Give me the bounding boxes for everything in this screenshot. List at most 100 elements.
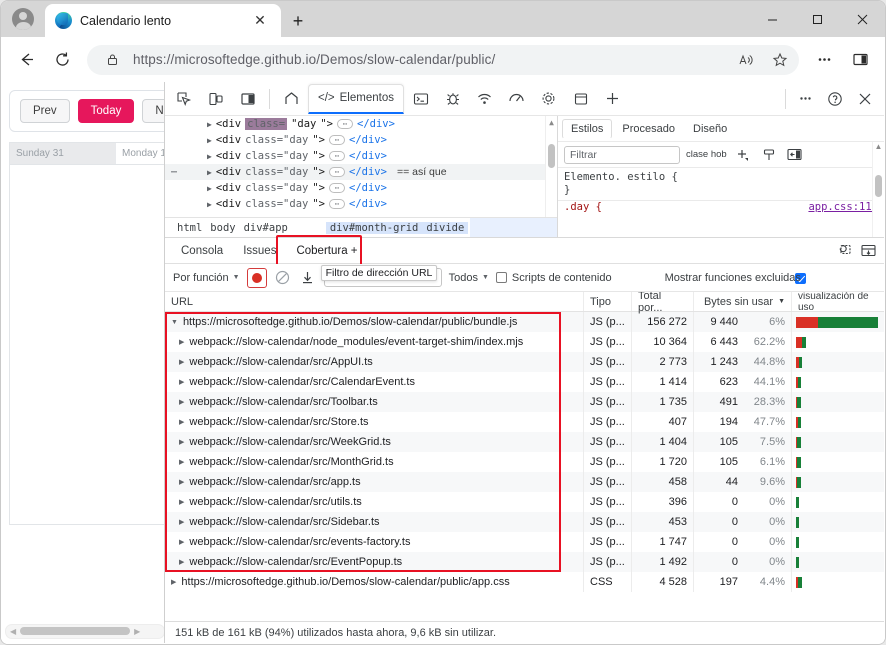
column-header-unused-bytes[interactable]: Bytes sin usar ▼: [694, 292, 792, 311]
expand-triangle-icon[interactable]: ▶: [179, 338, 184, 346]
restore-drawer-icon[interactable]: [834, 242, 854, 260]
coverage-type-filter-select[interactable]: Todos ▼: [449, 272, 489, 284]
cell-url[interactable]: ▶ webpack://slow-calendar/src/Toolbar.ts: [165, 392, 584, 412]
cell-url[interactable]: ▶ webpack://slow-calendar/node_modules/ev…: [165, 332, 584, 352]
scrollbar-thumb[interactable]: [20, 627, 131, 635]
favorite-star-icon[interactable]: [767, 47, 793, 73]
collapsed-children-icon[interactable]: ⋯: [329, 183, 345, 193]
styles-filter-input[interactable]: Filtrar: [564, 145, 680, 164]
omnibox[interactable]: https://microsoftedge.github.io/Demos/sl…: [87, 44, 799, 75]
home-icon[interactable]: [276, 85, 306, 113]
expand-triangle-icon[interactable]: ▶: [171, 578, 176, 586]
horizontal-scrollbar-track[interactable]: ◀ ▶: [5, 623, 165, 639]
scroll-up-icon[interactable]: ▲: [873, 142, 884, 151]
expand-triangle-icon[interactable]: ▶: [179, 538, 184, 546]
hover-class-toggle[interactable]: clase hob: [686, 149, 727, 160]
more-tabs-plus-icon[interactable]: [598, 85, 628, 113]
table-row[interactable]: ▶ webpack://slow-calendar/src/EventPopup.…: [165, 552, 884, 572]
expand-triangle-icon[interactable]: ▶: [179, 358, 184, 366]
cell-url[interactable]: ▶ webpack://slow-calendar/src/WeekGrid.ts: [165, 432, 584, 452]
expand-triangle-icon[interactable]: ▶: [179, 418, 184, 426]
dom-tree-row[interactable]: ▶ <div class="day "> ⋯ </div>: [165, 180, 557, 196]
table-row[interactable]: ▶ webpack://slow-calendar/src/MonthGrid.t…: [165, 452, 884, 472]
expand-triangle-icon[interactable]: ▶: [179, 478, 184, 486]
close-devtools-icon[interactable]: [850, 85, 880, 113]
collapsed-children-icon[interactable]: ⋯: [329, 199, 345, 209]
cell-url[interactable]: ▶ webpack://slow-calendar/src/Store.ts: [165, 412, 584, 432]
collapsed-children-icon[interactable]: ⋯: [337, 119, 354, 129]
scroll-right-icon[interactable]: ▶: [134, 627, 140, 636]
help-icon[interactable]: [820, 85, 850, 113]
table-row[interactable]: ▶ webpack://slow-calendar/src/events-fact…: [165, 532, 884, 552]
breadcrumb-item-divide[interactable]: divide: [422, 221, 469, 234]
application-icon[interactable]: [566, 85, 596, 113]
inspect-element-icon[interactable]: [169, 85, 199, 113]
table-row[interactable]: ▶ webpack://slow-calendar/src/WeekGrid.ts…: [165, 432, 884, 452]
coverage-table[interactable]: URL Tipo Total por... Bytes sin usar ▼ v…: [165, 292, 884, 621]
bug-icon[interactable]: [438, 85, 468, 113]
cell-url[interactable]: ▶ webpack://slow-calendar/src/CalendarEve…: [165, 372, 584, 392]
cell-url[interactable]: ▶ webpack://slow-calendar/src/Sidebar.ts: [165, 512, 584, 532]
reload-button[interactable]: [45, 43, 79, 77]
toggle-sidebar-icon[interactable]: [785, 146, 805, 164]
style-rule-day[interactable]: app.css:114 .day {: [564, 201, 878, 214]
tab-consola[interactable]: Consola: [171, 241, 233, 261]
expand-triangle-icon[interactable]: ▶: [207, 120, 212, 129]
breadcrumb-item-month-grid[interactable]: div#month-grid: [325, 221, 423, 234]
table-row[interactable]: ▶ webpack://slow-calendar/src/CalendarEve…: [165, 372, 884, 392]
style-rule-element-style[interactable]: Elemento. estilo {: [564, 171, 878, 184]
coverage-record-button[interactable]: [246, 267, 267, 288]
expand-triangle-icon[interactable]: ▶: [207, 184, 212, 193]
scroll-up-icon[interactable]: ▲: [549, 118, 554, 127]
expand-triangle-icon[interactable]: ▶: [179, 518, 184, 526]
expand-triangle-icon[interactable]: ▶: [207, 200, 212, 209]
cell-url[interactable]: ▶ webpack://slow-calendar/src/AppUI.ts: [165, 352, 584, 372]
cell-url[interactable]: ▶ webpack://slow-calendar/src/events-fact…: [165, 532, 584, 552]
new-style-rule-icon[interactable]: [733, 146, 753, 164]
coverage-clear-icon[interactable]: [274, 269, 292, 287]
tab-issues[interactable]: Issues: [233, 241, 286, 261]
table-row[interactable]: ▶ webpack://slow-calendar/src/app.ts JS (p…: [165, 472, 884, 492]
close-tab-icon[interactable]: ✕: [249, 10, 271, 32]
content-scripts-checkbox[interactable]: Scripts de contenido: [495, 272, 806, 284]
expand-triangle-icon[interactable]: ▶: [207, 136, 212, 145]
profile-button[interactable]: [1, 1, 45, 37]
coverage-mode-select[interactable]: Por función ▼: [173, 272, 240, 284]
dom-tree-row[interactable]: ▶ <div class="day "> ⋯ </div>: [165, 132, 557, 148]
browser-tab[interactable]: Calendario lento ✕: [45, 4, 281, 37]
cell-url[interactable]: ▶ webpack://slow-calendar/src/utils.ts: [165, 492, 584, 512]
styles-scrollbar[interactable]: ▲: [872, 142, 884, 237]
dom-tree-row-selected[interactable]: ⋯ ▶ <div class="day "> ⋯ </div> == así q…: [165, 164, 557, 180]
calendar-prev-button[interactable]: Prev: [20, 99, 70, 123]
table-row[interactable]: ▶ webpack://slow-calendar/src/utils.ts JS …: [165, 492, 884, 512]
coverage-url-filter-input[interactable]: URL filter Filtro de dirección URL: [320, 265, 442, 287]
table-row[interactable]: ▶ webpack://slow-calendar/node_modules/ev…: [165, 332, 884, 352]
scrollbar-thumb[interactable]: [548, 144, 555, 168]
close-drawer-icon[interactable]: [858, 242, 878, 260]
performance-icon[interactable]: [502, 85, 532, 113]
expand-triangle-icon[interactable]: ▶: [179, 558, 184, 566]
table-row[interactable]: ▶ webpack://slow-calendar/src/Toolbar.ts J…: [165, 392, 884, 412]
calendar-today-button[interactable]: Today: [77, 99, 135, 123]
style-source-link[interactable]: app.css:114: [808, 201, 878, 214]
table-row[interactable]: ▶ webpack://slow-calendar/src/Store.ts JS …: [165, 412, 884, 432]
show-excluded-functions-row[interactable]: Mostrar funciones excluidas: [665, 272, 801, 284]
dom-tree-row[interactable]: ▶ <div class= "day "> ⋯ </div>: [165, 116, 557, 132]
table-row[interactable]: ▶ webpack://slow-calendar/src/Sidebar.ts J…: [165, 512, 884, 532]
gear-icon[interactable]: [534, 85, 564, 113]
expand-triangle-icon[interactable]: ▶: [179, 378, 184, 386]
network-icon[interactable]: [470, 85, 500, 113]
devtools-more-icon[interactable]: [790, 85, 820, 113]
tab-diseno[interactable]: Diseño: [685, 120, 735, 138]
dock-side-icon[interactable]: [233, 85, 263, 113]
collapsed-children-icon[interactable]: ⋯: [329, 135, 345, 145]
column-header-usage-visualization[interactable]: visualización de uso: [792, 292, 884, 313]
column-header-url[interactable]: URL: [165, 292, 584, 311]
expand-triangle-icon[interactable]: ▶: [207, 168, 212, 177]
maximize-button[interactable]: [795, 1, 840, 37]
column-header-total-bytes[interactable]: Total por...: [632, 292, 694, 314]
collapse-triangle-icon[interactable]: ▼: [171, 319, 178, 326]
close-window-button[interactable]: [840, 1, 885, 37]
dom-tree-pane[interactable]: ▶ <div class= "day "> ⋯ </div> ▶ <div cl…: [165, 116, 557, 237]
read-aloud-icon[interactable]: [733, 47, 759, 73]
